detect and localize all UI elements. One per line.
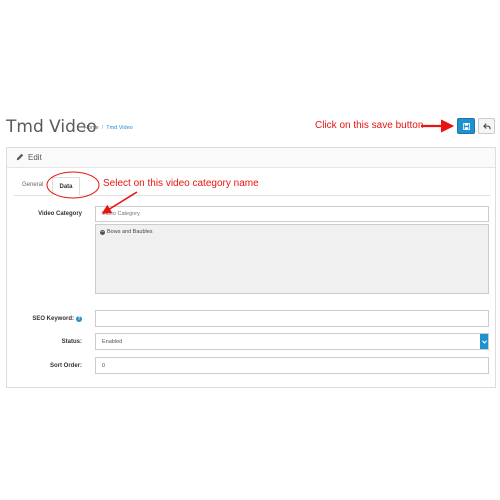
tabs-divider	[14, 195, 490, 196]
chevron-down-icon	[481, 339, 487, 344]
status-select[interactable]: Enabled	[95, 333, 489, 350]
category-annotation: Select on this video category name	[103, 178, 259, 189]
video-category-input[interactable]	[95, 206, 489, 222]
reply-arrow-icon	[482, 122, 491, 129]
info-icon[interactable]: ?	[76, 316, 82, 322]
breadcrumb-home[interactable]: Home	[84, 125, 99, 131]
tab-data[interactable]: Data	[52, 177, 80, 196]
breadcrumb-separator: /	[101, 125, 104, 131]
video-category-selected-list	[95, 224, 489, 294]
status-dropdown-toggle[interactable]	[480, 334, 488, 349]
back-button[interactable]	[478, 118, 495, 134]
breadcrumb: Home / Tmd Video	[84, 125, 133, 131]
seo-keyword-input[interactable]	[95, 310, 489, 327]
breadcrumb-current[interactable]: Tmd Video	[106, 125, 133, 131]
floppy-disk-icon	[462, 122, 470, 130]
status-select-value: Enabled	[102, 338, 123, 345]
status-label: Status:	[61, 339, 82, 345]
pencil-icon	[16, 153, 24, 161]
seo-keyword-label-text: SEO Keyword:	[32, 316, 74, 322]
save-button-annotation: Click on this save button	[315, 120, 424, 131]
tab-general[interactable]: General	[22, 182, 43, 188]
sort-order-input[interactable]	[95, 357, 489, 374]
sort-order-label: Sort Order:	[49, 363, 82, 369]
panel-heading	[7, 148, 495, 168]
minus-circle-icon[interactable]: –	[100, 229, 105, 235]
panel-heading-title: Edit	[28, 153, 42, 162]
selected-category-item: – Bows and Baubles	[100, 229, 153, 235]
save-button[interactable]	[457, 118, 475, 134]
selected-category-name: Bows and Baubles	[107, 229, 153, 235]
video-category-label: Video Category	[38, 211, 82, 217]
seo-keyword-label: SEO Keyword: ?	[12, 316, 82, 322]
